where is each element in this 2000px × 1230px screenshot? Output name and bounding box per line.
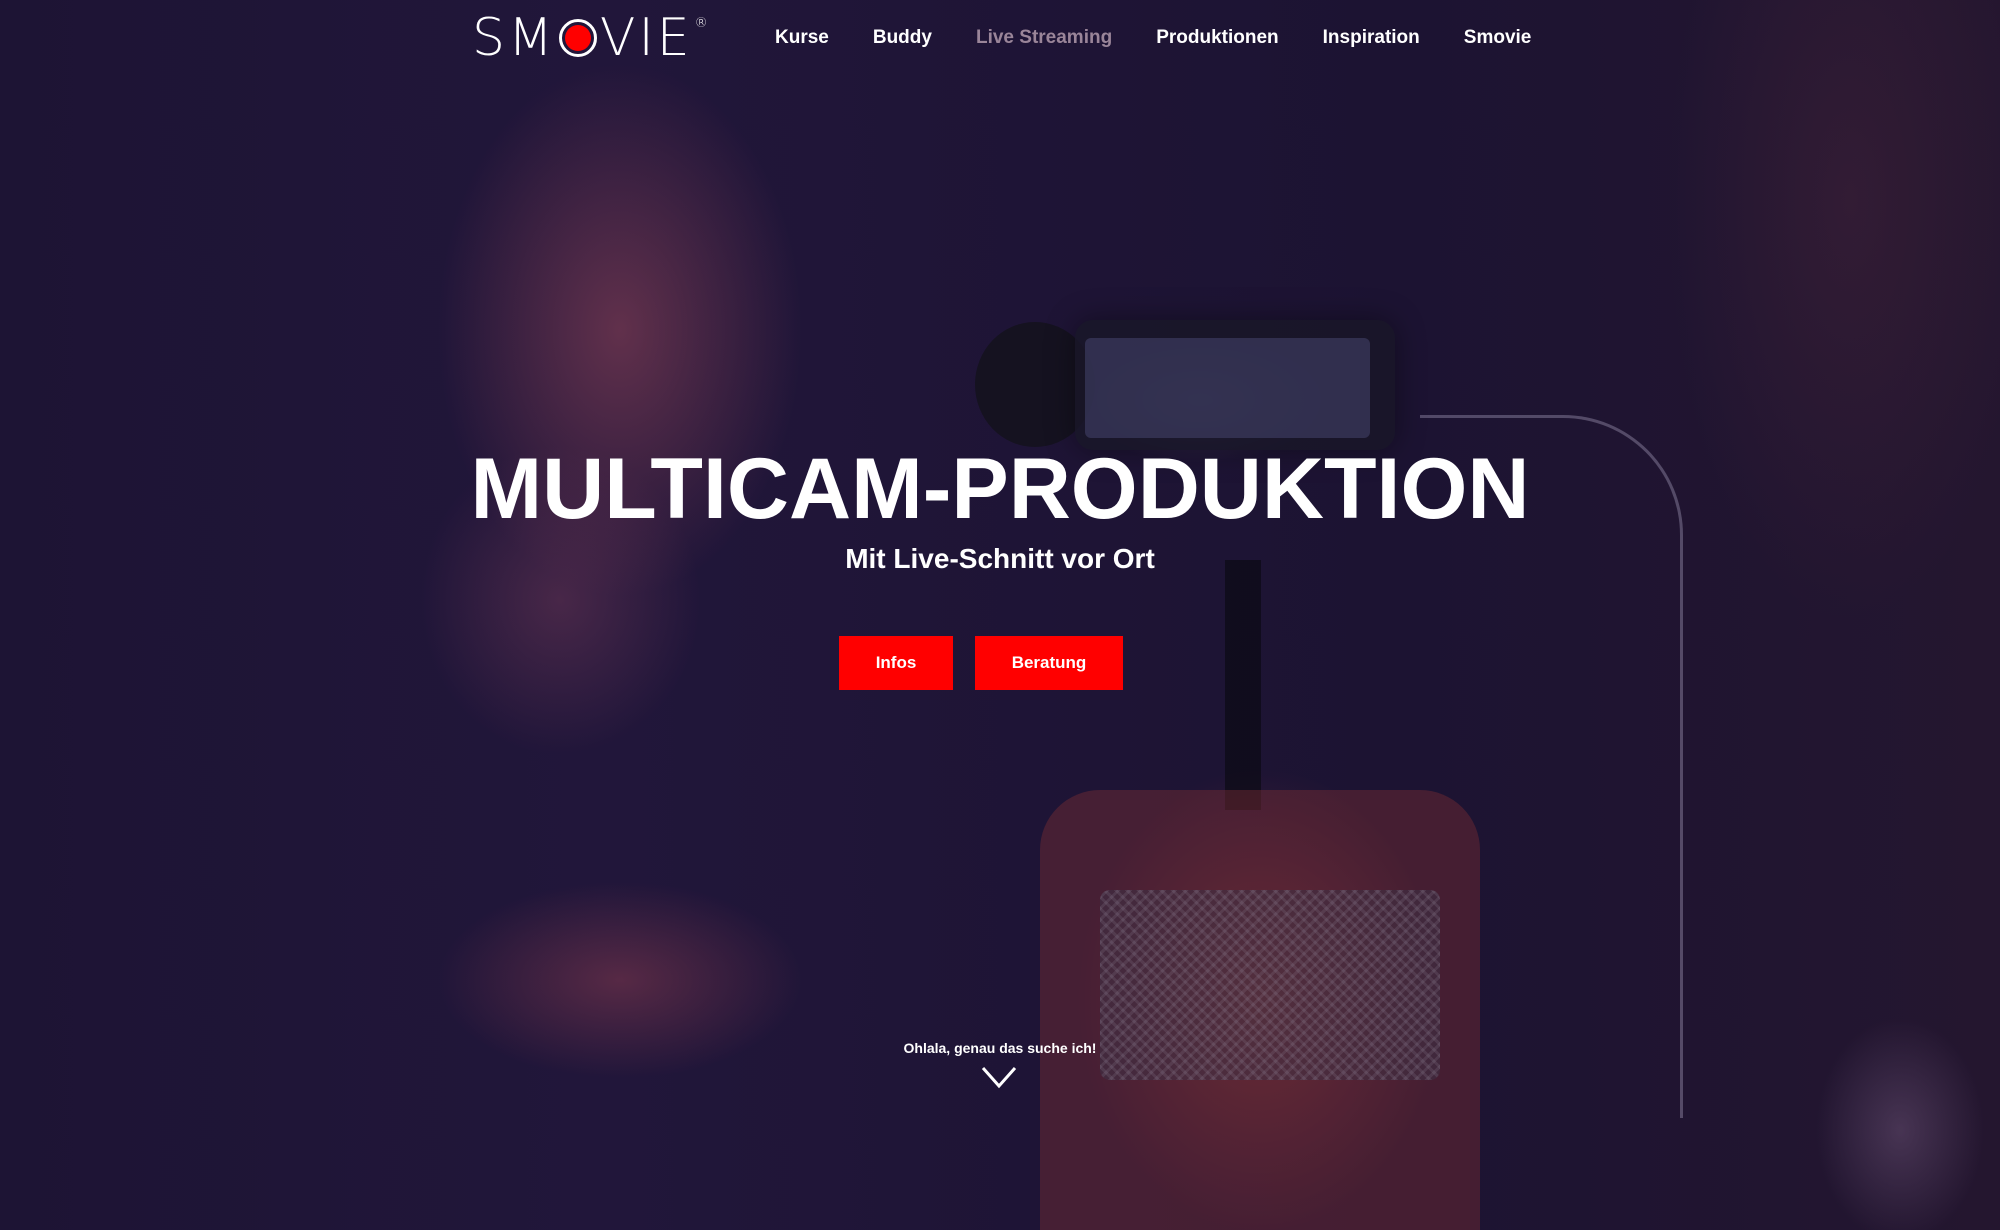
chevron-down-icon[interactable] xyxy=(981,1064,1017,1092)
beratung-button[interactable]: Beratung xyxy=(975,636,1123,690)
hero-subtitle: Mit Live-Schnitt vor Ort xyxy=(845,543,1155,574)
infos-button[interactable]: Infos xyxy=(839,636,953,690)
scroll-hint-text[interactable]: Ohlala, genau das suche ich! xyxy=(0,1040,2000,1056)
hero-title: MULTICAM-PRODUKTION xyxy=(470,441,1530,537)
hero-buttons: Infos Beratung xyxy=(0,636,2000,690)
hero-section: MULTICAM-PRODUKTION Mit Live-Schnitt vor… xyxy=(0,0,2000,1230)
